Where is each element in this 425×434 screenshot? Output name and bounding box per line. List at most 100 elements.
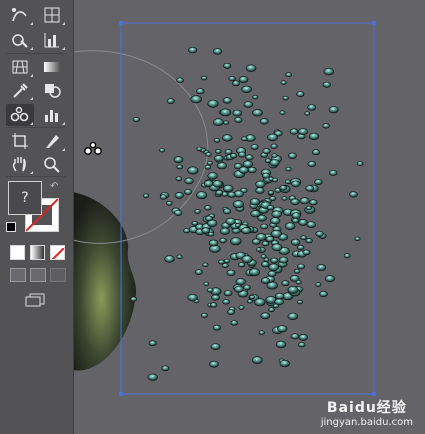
draw-behind-icon[interactable] xyxy=(30,268,46,282)
water-drop-symbol xyxy=(270,143,278,149)
perspective-grid-icon[interactable] xyxy=(6,56,34,78)
water-drop-symbol xyxy=(297,263,306,270)
water-drop-symbol xyxy=(287,285,299,294)
water-drop-symbol xyxy=(222,134,233,142)
water-drop-symbol xyxy=(188,46,198,54)
bar-graph-icon[interactable] xyxy=(38,104,66,126)
blend-tool-icon[interactable] xyxy=(38,79,66,101)
water-drop-symbol xyxy=(322,123,330,129)
water-drop-symbol xyxy=(262,148,271,155)
water-drop-symbol xyxy=(280,80,287,85)
artboard-tool-icon[interactable] xyxy=(6,130,34,152)
water-drop-symbol xyxy=(219,237,227,244)
water-drop-symbol xyxy=(291,218,300,224)
water-drop-symbol xyxy=(243,101,254,108)
water-drop-symbol xyxy=(290,198,300,206)
water-drop-symbol xyxy=(279,185,288,191)
screen-mode-icon[interactable] xyxy=(24,292,46,307)
water-drop-symbol xyxy=(206,161,213,166)
water-drop-symbol xyxy=(254,298,266,307)
water-drop-symbol xyxy=(343,253,351,259)
selection-handles[interactable] xyxy=(119,21,376,396)
water-drop-symbol xyxy=(230,237,242,246)
water-drop-symbol xyxy=(271,243,283,252)
water-drop-symbol xyxy=(297,244,305,251)
water-drop-symbol xyxy=(348,191,358,198)
water-drop-symbol xyxy=(257,214,267,222)
eyedropper-icon[interactable] xyxy=(6,79,34,101)
water-drop-symbol xyxy=(304,111,311,116)
water-drop-symbol xyxy=(356,161,364,166)
water-drop-symbol xyxy=(196,191,208,200)
gradient-mode-button[interactable] xyxy=(30,245,45,260)
water-drop-symbol xyxy=(271,210,283,218)
water-drop-symbol xyxy=(243,284,251,291)
water-drop-symbol xyxy=(184,177,194,185)
water-drop-symbol xyxy=(260,223,269,230)
water-drop-symbol xyxy=(271,153,278,158)
hand-tool-icon[interactable] xyxy=(6,153,34,175)
water-drop-symbol xyxy=(270,217,281,225)
water-drop-symbol xyxy=(258,330,265,335)
shape-builder-icon[interactable] xyxy=(6,29,34,51)
water-drop-symbol xyxy=(289,128,299,135)
symbol-sprayer-cursor xyxy=(84,141,102,155)
color-mode-button[interactable] xyxy=(10,245,25,260)
column-graph-icon[interactable] xyxy=(38,29,66,51)
curvature-pen-icon[interactable] xyxy=(6,4,34,26)
water-drop-symbol xyxy=(272,303,280,309)
water-drop-symbol xyxy=(354,236,361,242)
water-drop-symbol xyxy=(296,91,305,97)
water-drop-symbol xyxy=(255,187,265,194)
pear-shape[interactable] xyxy=(73,192,137,371)
water-drop-symbol xyxy=(261,261,270,268)
draw-inside-icon[interactable] xyxy=(50,268,66,282)
watermark-url: jingyan.baidu.com xyxy=(320,417,413,428)
default-colors-icon[interactable] xyxy=(6,222,16,232)
water-drop-symbol xyxy=(204,205,212,211)
water-drop-symbol xyxy=(266,205,275,211)
water-drop-symbol xyxy=(175,176,183,182)
water-drop-symbol xyxy=(290,333,300,340)
water-drop-symbol xyxy=(164,255,175,263)
swap-arrow-icon[interactable]: ↶ xyxy=(50,181,58,192)
water-drop-symbol xyxy=(307,104,317,111)
water-drop-symbol xyxy=(267,190,275,195)
mesh-tool-icon[interactable] xyxy=(38,4,66,26)
water-drop-symbol xyxy=(213,138,221,143)
water-drop-symbol xyxy=(268,263,280,272)
symbol-sprayer-icon[interactable] xyxy=(6,104,34,126)
water-drop-symbol xyxy=(329,169,338,176)
water-drop-symbol xyxy=(216,162,227,170)
water-drop-symbol xyxy=(211,294,220,301)
zoom-tool-icon[interactable] xyxy=(38,153,66,175)
water-drop-symbol xyxy=(176,77,184,83)
water-drop-symbol xyxy=(204,164,212,170)
water-drop-symbol xyxy=(269,196,277,202)
slice-tool-icon[interactable] xyxy=(38,130,66,152)
fill-swatch[interactable]: ? xyxy=(8,181,42,215)
water-drop-symbol xyxy=(223,208,232,215)
water-drop-symbol xyxy=(227,191,236,198)
water-drop-symbol xyxy=(232,80,241,87)
water-drop-symbol xyxy=(291,180,301,188)
water-drop-symbol xyxy=(306,221,317,228)
water-drop-symbol xyxy=(241,255,253,264)
water-drop-symbol xyxy=(251,356,263,364)
water-drop-symbol xyxy=(209,302,218,308)
water-drop-symbol xyxy=(207,172,218,180)
water-drop-symbol xyxy=(202,262,209,267)
water-drop-symbol xyxy=(250,143,259,150)
water-drop-symbol xyxy=(268,307,275,313)
water-drop-symbol xyxy=(212,324,221,331)
water-drop-symbol xyxy=(249,268,261,277)
water-drop-symbol xyxy=(267,133,278,142)
water-drop-symbol xyxy=(147,373,158,381)
water-drop-symbol xyxy=(161,365,170,372)
draw-normal-icon[interactable] xyxy=(10,268,26,282)
water-drop-symbol xyxy=(241,85,252,94)
none-mode-button[interactable] xyxy=(50,245,65,260)
gradient-tool-icon[interactable] xyxy=(38,56,66,78)
water-drop-symbol xyxy=(293,268,301,274)
water-drop-symbol xyxy=(187,166,199,175)
